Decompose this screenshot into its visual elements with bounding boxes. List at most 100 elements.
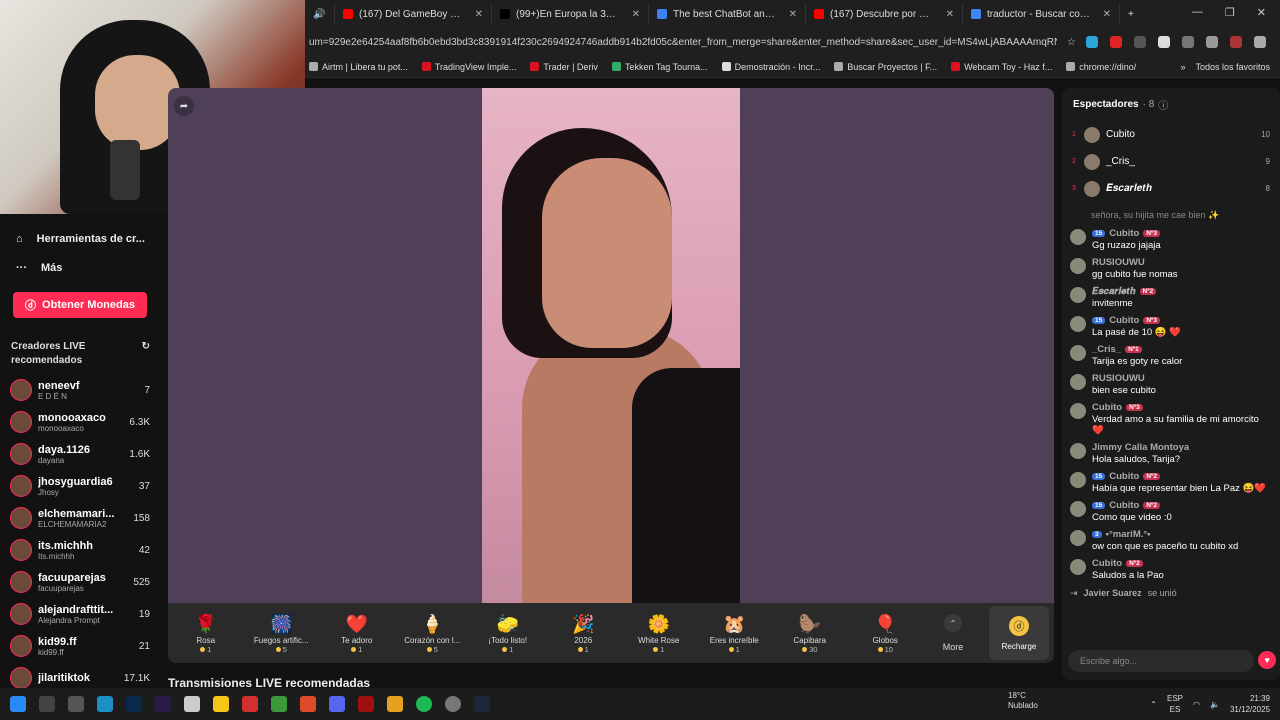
browser-tab[interactable]: The best ChatBot and Widgets ✕ bbox=[649, 3, 806, 25]
chat-message[interactable]: RUSIOUWU gg cubito fue nomas bbox=[1062, 254, 1280, 283]
extension-icon[interactable] bbox=[1110, 36, 1122, 48]
tab-audio[interactable]: 🔊 bbox=[305, 3, 335, 25]
gift-item[interactable]: 🌼 White Rose 1 bbox=[621, 612, 697, 654]
bookmark-item[interactable]: TradingView Imple... bbox=[421, 62, 516, 72]
creator-item[interactable]: facuuparejas facuuparejas 525 bbox=[0, 566, 160, 598]
creator-item[interactable]: neneevf E D É N 7 bbox=[0, 374, 160, 406]
creator-item[interactable]: kid99.ff kid99.ff 21 bbox=[0, 630, 160, 662]
more-gifts-button[interactable]: ⌃ More bbox=[923, 614, 983, 652]
puzzle-icon[interactable] bbox=[1182, 36, 1194, 48]
gift-item[interactable]: 🎈 Globos 10 bbox=[848, 612, 924, 654]
bookmark-item[interactable]: Demostración - Incr... bbox=[721, 62, 820, 72]
viewer-item[interactable]: 1 Cubito 10 bbox=[1062, 121, 1280, 148]
obs-icon[interactable] bbox=[445, 696, 461, 712]
chat-message[interactable]: RUSIOUWU bien ese cubito bbox=[1062, 370, 1280, 399]
tab-close-icon[interactable]: ✕ bbox=[940, 9, 954, 20]
chat-message[interactable]: 𝑬𝒔𝒄𝒂𝒓𝒍𝒆𝒕𝒉 Nº2 invitenme bbox=[1062, 283, 1280, 312]
new-tab-button[interactable]: + bbox=[1120, 3, 1142, 25]
restore-icon[interactable]: ❐ bbox=[1225, 6, 1235, 19]
steam-icon[interactable] bbox=[474, 696, 490, 712]
star-icon[interactable]: ☆ bbox=[1057, 37, 1086, 48]
url-field[interactable]: um=929e2e64254aaf8fb6b0ebd3bd3c8391914f2… bbox=[309, 37, 1057, 48]
gift-item[interactable]: 🧽 ¡Todo listo! 1 bbox=[470, 612, 546, 654]
app-icon[interactable] bbox=[242, 696, 258, 712]
refresh-icon[interactable]: ↻ bbox=[142, 340, 150, 368]
brave-icon[interactable] bbox=[300, 696, 316, 712]
tab-close-icon[interactable]: ✕ bbox=[626, 9, 640, 20]
chat-message[interactable]: Jimmy Calla Montoya Hola saludos, Tarija? bbox=[1062, 439, 1280, 468]
chevron-up-icon[interactable]: ⌃ bbox=[1150, 700, 1157, 709]
sidebar-item-tools[interactable]: ⌂ Herramientas de cr... bbox=[0, 224, 160, 253]
creator-item[interactable]: jhosyguardia6 Jhosy 37 bbox=[0, 470, 160, 502]
language-indicator[interactable]: ESP ES bbox=[1167, 693, 1183, 715]
menu-icon[interactable] bbox=[1254, 36, 1266, 48]
premiere-icon[interactable] bbox=[155, 696, 171, 712]
chat-message[interactable]: Cubito Nº3 Verdad amo a su familia de mi a… bbox=[1062, 399, 1280, 439]
recharge-button[interactable]: ⓓ Recharge bbox=[989, 606, 1049, 660]
minecraft-icon[interactable] bbox=[271, 696, 287, 712]
chevron-right-icon[interactable]: » bbox=[1180, 62, 1185, 72]
tab-close-icon[interactable]: ✕ bbox=[783, 9, 797, 20]
browser-tab[interactable]: (167) Del GameBoy al Switch: L ✕ bbox=[335, 3, 492, 25]
volume-icon[interactable]: 🔈 bbox=[1210, 700, 1220, 709]
clock[interactable]: 21:39 31/12/2025 bbox=[1230, 693, 1270, 715]
gift-item[interactable]: 🐹 Eres increíble 1 bbox=[697, 612, 773, 654]
creator-item[interactable]: monooaxaco monooaxaco 6.3K bbox=[0, 406, 160, 438]
edge-icon[interactable] bbox=[97, 696, 113, 712]
extension-icon[interactable] bbox=[1086, 36, 1098, 48]
bookmark-item[interactable]: Tekken Tag Tourna... bbox=[611, 62, 708, 72]
wifi-icon[interactable]: ◠ bbox=[1193, 700, 1200, 709]
close-icon[interactable]: ✕ bbox=[1257, 6, 1266, 19]
profile-avatar[interactable] bbox=[1230, 36, 1242, 48]
chat-message[interactable]: 15 Cubito Nº2 Había que representar bien La… bbox=[1062, 468, 1280, 497]
chat-input[interactable]: Escribe algo... bbox=[1068, 650, 1254, 672]
weather-widget[interactable]: 18°C Nublado bbox=[1008, 691, 1038, 711]
task-view-icon[interactable] bbox=[68, 696, 84, 712]
viewer-item[interactable]: 2 _Cris_ 9 bbox=[1062, 148, 1280, 175]
gift-item[interactable]: 🍦 Corazón con l... 5 bbox=[395, 612, 471, 654]
viewer-item[interactable]: 3 𝑬𝒔𝒄𝒂𝒓𝒍𝒆𝒕𝒉 8 bbox=[1062, 175, 1280, 202]
photoshop-icon[interactable] bbox=[126, 696, 142, 712]
bookmark-item[interactable]: Webcam Toy - Haz f... bbox=[951, 62, 1052, 72]
chat-message[interactable]: Cubito Nº2 Saludos a la Pao bbox=[1062, 555, 1280, 584]
chat-message[interactable]: 15 Cubito Nº2 Como que video :0 bbox=[1062, 497, 1280, 526]
chat-message[interactable]: 15 Cubito Nº3 La pasé de 10 😝 ❤️ bbox=[1062, 312, 1280, 341]
gift-item[interactable]: 🦫 Capibara 30 bbox=[772, 612, 848, 654]
gift-item[interactable]: 🌹 Rosa 1 bbox=[168, 612, 244, 654]
chrome-icon[interactable] bbox=[387, 696, 403, 712]
tab-close-icon[interactable]: ✕ bbox=[469, 9, 483, 20]
creator-item[interactable]: its.michhh Its.michhh 42 bbox=[0, 534, 160, 566]
live-video[interactable] bbox=[482, 88, 740, 603]
extension-icon[interactable] bbox=[1158, 36, 1170, 48]
tab-close-icon[interactable]: ✕ bbox=[1097, 9, 1111, 20]
browser-tab[interactable]: (167) Descubre por qué la Nint ✕ bbox=[806, 3, 963, 25]
spotify-icon[interactable] bbox=[416, 696, 432, 712]
bookmark-item[interactable]: Airtm | Libera tu pot... bbox=[309, 62, 408, 72]
gift-item[interactable]: ❤️ Te adoro 1 bbox=[319, 612, 395, 654]
bookmark-item[interactable]: Trader | Deriv bbox=[530, 62, 598, 72]
creator-item[interactable]: daya.1126 dayana 1.6K bbox=[0, 438, 160, 470]
browser-tab[interactable]: (99+)En Europa la 3DS ya vale ✕ bbox=[492, 3, 649, 25]
all-bookmarks[interactable]: Todos los favoritos bbox=[1195, 62, 1270, 72]
minimize-icon[interactable]: — bbox=[1192, 6, 1203, 19]
search-icon[interactable] bbox=[39, 696, 55, 712]
heart-icon[interactable]: ♥ bbox=[1258, 651, 1276, 669]
opera-icon[interactable] bbox=[358, 696, 374, 712]
creator-item[interactable]: alejandrafttit... Alejandra Prompt 19 bbox=[0, 598, 160, 630]
get-coins-button[interactable]: ⓓ Obtener Monedas bbox=[13, 292, 147, 318]
sidebar-item-more[interactable]: ··· Más bbox=[0, 253, 160, 282]
chat-message[interactable]: 15 Cubito Nº3 Gg ruzazo jajaja bbox=[1062, 225, 1280, 254]
gift-item[interactable]: 🎆 Fuegos artific... 5 bbox=[244, 612, 320, 654]
reading-list-icon[interactable] bbox=[1206, 36, 1218, 48]
gift-item[interactable]: 🎉 2026 1 bbox=[546, 612, 622, 654]
discord-icon[interactable] bbox=[329, 696, 345, 712]
chat-message[interactable]: 3 •°mariM.°• ow con que es paceño tu cubit… bbox=[1062, 526, 1280, 555]
extension-icon[interactable] bbox=[1134, 36, 1146, 48]
bookmark-item[interactable]: chrome://dino/ bbox=[1066, 62, 1136, 72]
creator-item[interactable]: elchemamari... ELCHEMAMARIA2 158 bbox=[0, 502, 160, 534]
bookmark-item[interactable]: Buscar Proyectos | F... bbox=[834, 62, 937, 72]
folder-icon[interactable] bbox=[213, 696, 229, 712]
chat-message[interactable]: _Cris_ Nº1 Tarija es goty re calor bbox=[1062, 341, 1280, 370]
share-icon[interactable]: ➦ bbox=[174, 96, 194, 116]
info-icon[interactable]: ⓘ bbox=[1158, 97, 1168, 112]
